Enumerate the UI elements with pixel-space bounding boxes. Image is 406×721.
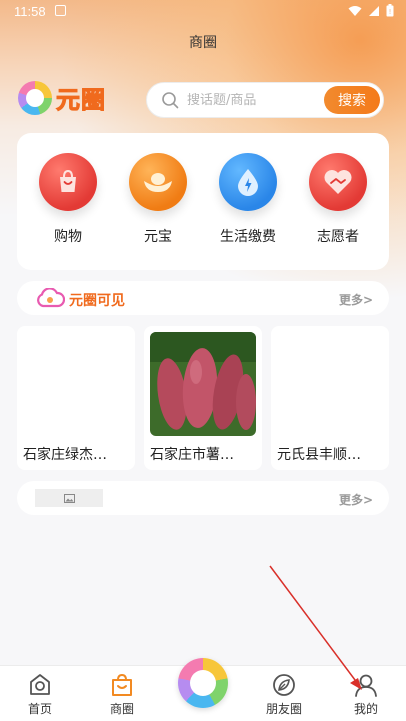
service-label: 元宝 [144,229,172,245]
service-label: 志愿者 [317,229,359,245]
product-name: 元氏县丰顺… [277,447,361,463]
nav-item-shop[interactable]: 商圈 [92,672,152,717]
shop-bag-icon [112,673,132,696]
handshake-heart-icon [309,153,367,211]
battery-icon: ! [386,4,394,17]
water-drop-icon [219,153,277,211]
more-link[interactable]: 更多> [339,491,373,508]
image-icon [63,493,75,503]
svg-text:!: ! [389,8,392,16]
product-name: 石家庄市薯… [150,447,234,463]
brand-logo: 元圈 [18,80,106,115]
status-time: 11:58 [14,4,46,19]
search-icon [162,92,179,109]
sweet-potato-photo [150,332,256,436]
section-header-visible: 元圈可见 更多> [17,281,389,315]
image-placeholder [35,489,103,507]
service-volunteer[interactable]: 志愿者 [296,133,380,270]
brand-name: 元圈 [56,86,106,115]
ingot-icon [129,153,187,211]
yuanquan-logo-icon[interactable] [178,658,228,708]
nav-label: 朋友圈 [265,702,302,716]
product-card[interactable]: 石家庄市薯… [144,326,262,470]
more-link[interactable]: 更多> [339,291,373,308]
search-button[interactable]: 搜索 [324,86,380,114]
leaf-circle-icon [273,674,295,696]
nav-label: 首页 [27,702,52,716]
product-name: 石家庄绿杰… [23,447,107,463]
nav-label: 我的 [353,702,378,716]
nav-item-home[interactable]: 首页 [10,672,70,717]
yuanquan-logo-icon [18,80,52,115]
nav-label: 商圈 [109,702,134,716]
service-label: 生活缴费 [220,229,276,245]
wifi-icon [348,5,362,16]
search-bar[interactable]: 搜索 [146,82,384,118]
status-bar: 11:58 ! [0,0,406,24]
page-title: 商圈 [189,35,217,51]
service-label: 购物 [54,229,82,245]
service-shopping[interactable]: 购物 [26,133,110,270]
service-yuanbao[interactable]: 元宝 [116,133,200,270]
product-list: 石家庄绿杰… 石家庄市薯… 元氏县丰顺… [17,326,389,470]
nav-item-moments[interactable]: 朋友圈 [254,672,314,717]
cloud-icon [37,288,65,308]
home-icon [30,674,50,695]
notification-icon [55,5,66,16]
service-life-payment[interactable]: 生活缴费 [206,133,290,270]
section-header-second: 更多> [17,481,389,515]
signal-icon [369,5,379,16]
status-icons: ! [348,4,394,17]
product-card[interactable]: 石家庄绿杰… [17,326,135,470]
user-icon [355,674,377,697]
services-card: 购物 元宝 生活缴费 志愿者 [17,133,389,270]
section-title: 元圈可见 [69,293,125,309]
search-input[interactable] [187,92,324,108]
product-card[interactable]: 元氏县丰顺… [271,326,389,470]
shopping-bag-icon [39,153,97,211]
nav-item-mine[interactable]: 我的 [336,672,396,717]
